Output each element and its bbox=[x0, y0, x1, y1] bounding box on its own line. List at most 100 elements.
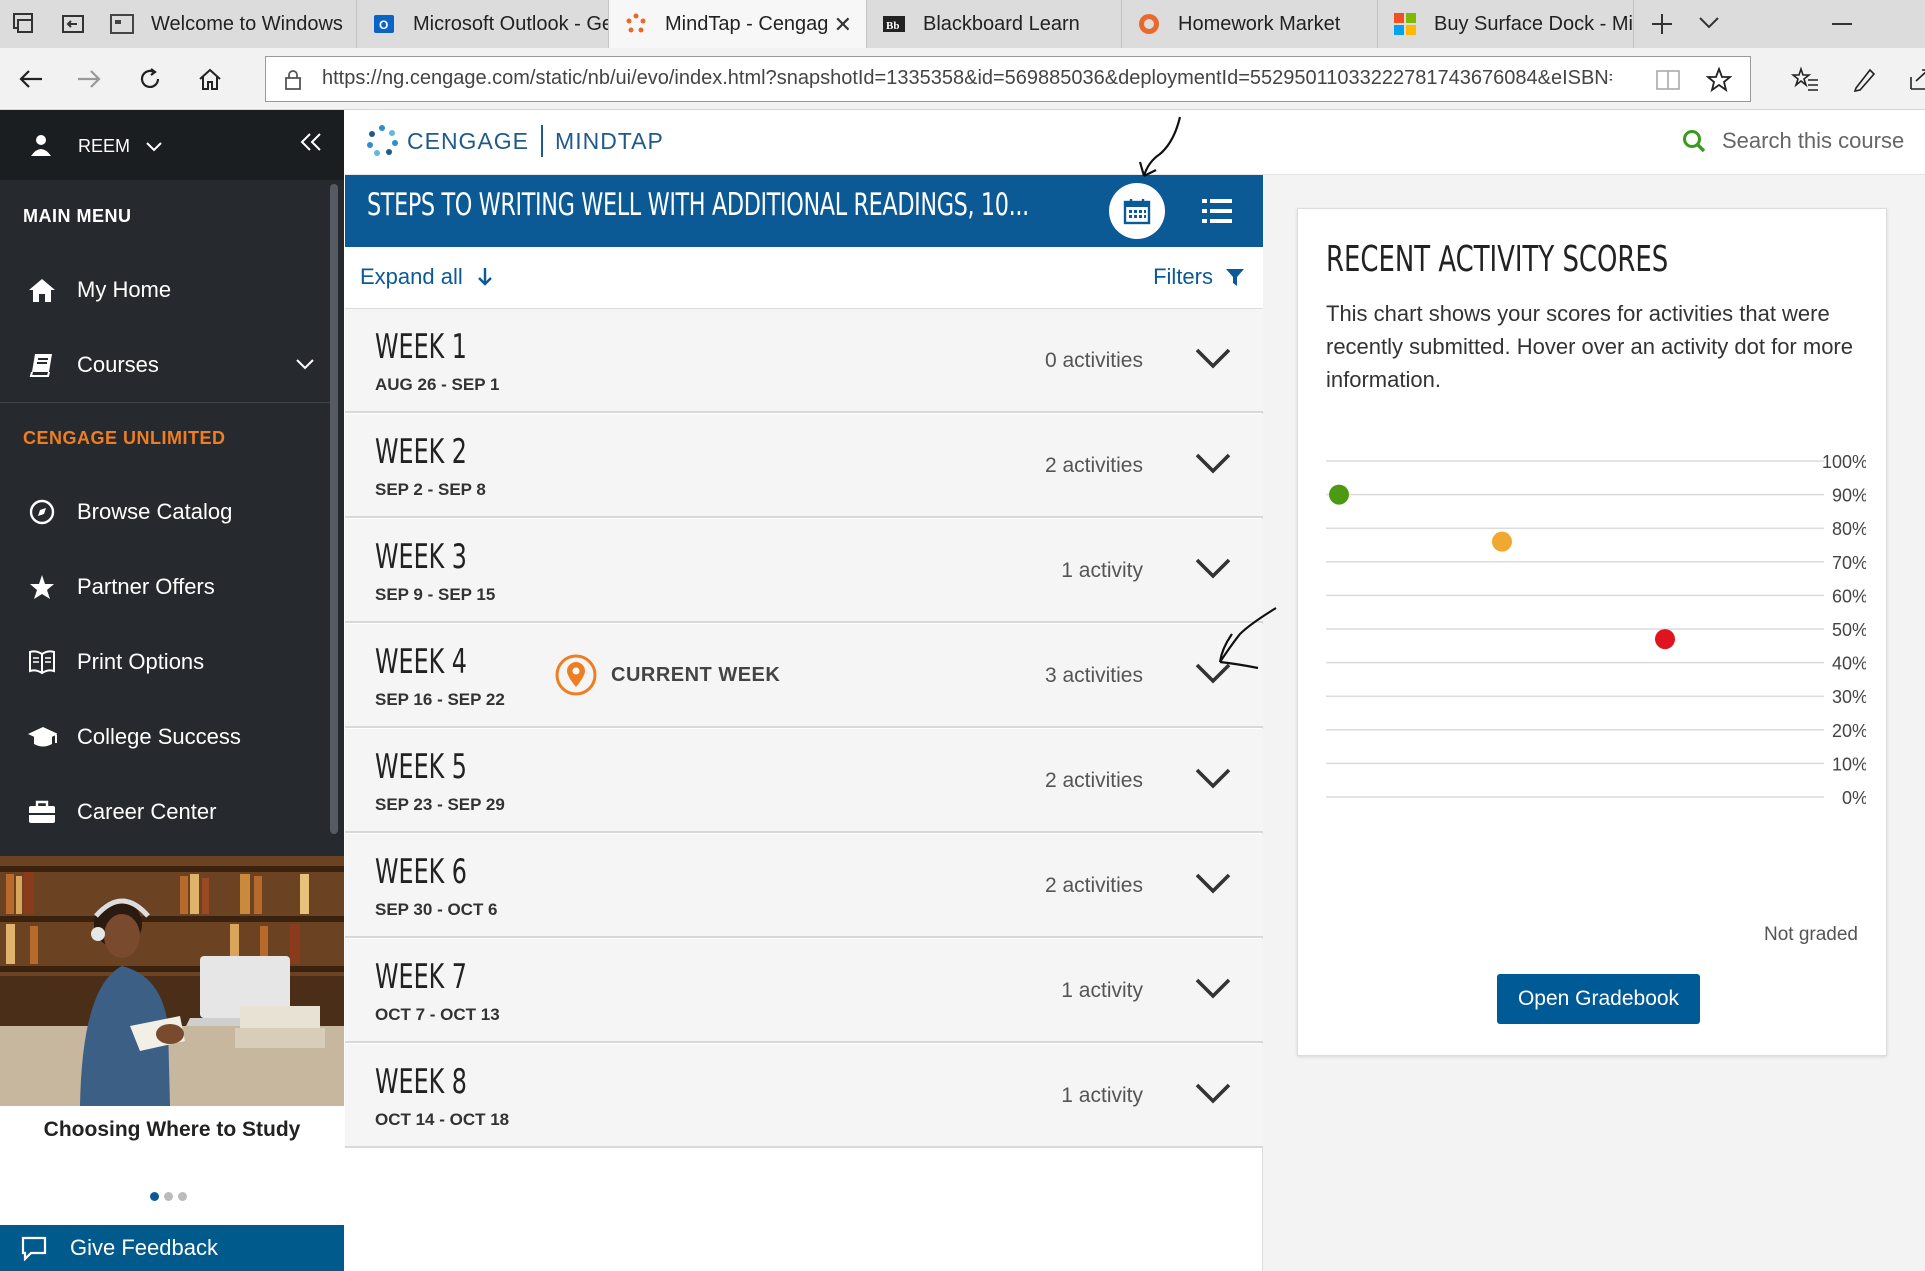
chart-tick-label: 80% bbox=[1832, 519, 1866, 539]
pen-icon[interactable] bbox=[1846, 60, 1884, 98]
browser-tab[interactable]: Buy Surface Dock - Mi bbox=[1378, 0, 1634, 48]
week-activity-count: 2 activities bbox=[1044, 454, 1143, 477]
activity-score-dot[interactable] bbox=[1329, 484, 1349, 505]
user-menu[interactable]: REEM bbox=[0, 110, 344, 180]
search-icon[interactable] bbox=[1682, 129, 1706, 153]
home-icon bbox=[27, 275, 57, 305]
tab-actions-icon[interactable] bbox=[10, 12, 36, 36]
book-icon bbox=[27, 350, 57, 380]
lock-icon[interactable] bbox=[284, 69, 302, 91]
browser-tab[interactable]: Welcome to Windows bbox=[95, 0, 357, 48]
weeks-list: WEEK 1 AUG 26 - SEP 1 0 activities WEEK 2 SE… bbox=[345, 309, 1263, 1271]
chart-tick-label: 40% bbox=[1832, 654, 1866, 674]
sidebar-item-browse-catalog[interactable]: Browse Catalog bbox=[0, 474, 330, 549]
week-row[interactable]: WEEK 7 OCT 7 - OCT 13 1 activity bbox=[345, 939, 1263, 1043]
not-graded-label: Not graded bbox=[1763, 924, 1858, 945]
sidebar-item-my-home[interactable]: My Home bbox=[0, 252, 330, 327]
forward-icon[interactable] bbox=[70, 60, 108, 98]
search-placeholder[interactable]: Search this course bbox=[1722, 128, 1904, 154]
tab-list-chevron-icon[interactable] bbox=[1698, 16, 1720, 30]
course-title: STEPS TO WRITING WELL WITH ADDITIONAL RE… bbox=[367, 187, 1029, 223]
favorite-star-icon[interactable] bbox=[1706, 67, 1732, 93]
sidebar-item-courses[interactable]: Courses bbox=[0, 327, 330, 402]
tab-title: MindTap - Cengag bbox=[665, 12, 829, 35]
chevron-down-icon[interactable] bbox=[1195, 872, 1231, 894]
browser-tab[interactable]: Bb Blackboard Learn bbox=[867, 0, 1122, 48]
home-icon[interactable] bbox=[191, 60, 229, 98]
svg-text:O: O bbox=[379, 18, 388, 32]
chevron-down-icon[interactable] bbox=[1195, 347, 1231, 369]
reading-view-icon[interactable] bbox=[1656, 69, 1680, 91]
chevron-down-icon[interactable] bbox=[1195, 977, 1231, 999]
favorites-icon[interactable] bbox=[1786, 60, 1824, 98]
user-icon bbox=[30, 134, 52, 156]
chevron-down-icon[interactable] bbox=[1195, 1082, 1231, 1104]
browser-tab-active[interactable]: MindTap - Cengag ✕ bbox=[609, 0, 867, 48]
week-row[interactable]: WEEK 2 SEP 2 - SEP 8 2 activities bbox=[345, 414, 1263, 518]
chevron-down-icon[interactable] bbox=[1195, 662, 1231, 684]
activity-score-dot[interactable] bbox=[1492, 531, 1512, 552]
compass-icon bbox=[27, 497, 57, 527]
browser-tab[interactable]: Homework Market bbox=[1122, 0, 1378, 48]
sidebar-item-print-options[interactable]: Print Options bbox=[0, 624, 330, 699]
sidebar-item-partner-offers[interactable]: Partner Offers bbox=[0, 549, 330, 624]
week-row[interactable]: WEEK 3 SEP 9 - SEP 15 1 activity bbox=[345, 519, 1263, 623]
current-week-badge: CURRENT WEEK bbox=[555, 654, 780, 696]
promo-carousel[interactable]: Choosing Where to Study bbox=[0, 856, 344, 1268]
week-row[interactable]: WEEK 1 AUG 26 - SEP 1 0 activities bbox=[345, 309, 1263, 413]
promo-caption[interactable]: Choosing Where to Study bbox=[0, 1118, 344, 1142]
browser-toolbar: https://ng.cengage.com/static/nb/ui/evo/… bbox=[0, 48, 1925, 110]
calendar-view-button[interactable] bbox=[1109, 183, 1165, 239]
collapse-sidebar-icon[interactable] bbox=[300, 132, 322, 152]
sidebar-item-career-center[interactable]: Career Center bbox=[0, 774, 330, 849]
course-search[interactable]: Search this course bbox=[1682, 128, 1904, 154]
carousel-dot-active[interactable] bbox=[150, 1192, 159, 1201]
browser-tab[interactable]: O Microsoft Outlook - Ge bbox=[357, 0, 609, 48]
new-tab-icon[interactable] bbox=[1650, 12, 1674, 36]
chat-bubble-icon bbox=[20, 1235, 48, 1261]
chart-tick-label: 50% bbox=[1832, 620, 1866, 640]
chevron-down-icon[interactable] bbox=[1195, 557, 1231, 579]
close-tab-icon[interactable]: ✕ bbox=[834, 12, 852, 38]
sidebar-item-college-success[interactable]: College Success bbox=[0, 699, 330, 774]
chart-tick-label: 0% bbox=[1842, 788, 1866, 808]
week-row[interactable]: WEEK 4 SEP 16 - SEP 22 CURRENT WEEK 3 activ… bbox=[345, 624, 1263, 728]
app-header: CENGAGE MINDTAP Search this course bbox=[345, 110, 1925, 175]
cengage-unlimited-heading: CENGAGE UNLIMITED bbox=[23, 428, 226, 448]
sidebar-scrollbar[interactable] bbox=[330, 184, 338, 834]
give-feedback-button[interactable]: Give Feedback bbox=[0, 1225, 344, 1271]
week-title: WEEK 8 bbox=[375, 1062, 467, 1102]
week-row[interactable]: WEEK 6 SEP 30 - OCT 6 2 activities bbox=[345, 834, 1263, 938]
brand-mindtap: MINDTAP bbox=[555, 127, 664, 154]
minimize-icon[interactable] bbox=[1832, 23, 1852, 25]
url-text[interactable]: https://ng.cengage.com/static/nb/ui/evo/… bbox=[322, 67, 1612, 90]
back-icon[interactable] bbox=[12, 60, 50, 98]
activity-score-dot[interactable] bbox=[1655, 629, 1675, 650]
open-gradebook-button[interactable]: Open Gradebook bbox=[1497, 974, 1700, 1024]
share-icon[interactable] bbox=[1900, 60, 1925, 98]
carousel-dot[interactable] bbox=[178, 1192, 187, 1201]
carousel-dot[interactable] bbox=[164, 1192, 173, 1201]
browser-tab-bar: Welcome to Windows O Microsoft Outlook -… bbox=[0, 0, 1925, 48]
sidebar-item-label: Browse Catalog bbox=[77, 498, 233, 524]
sidebar-item-label: Courses bbox=[77, 351, 159, 377]
open-book-icon bbox=[27, 647, 57, 677]
week-row[interactable]: WEEK 8 OCT 14 - OCT 18 1 activity bbox=[345, 1044, 1263, 1148]
set-aside-tabs-icon[interactable] bbox=[60, 12, 86, 36]
filters-button[interactable]: Filters bbox=[1153, 264, 1245, 290]
list-view-button[interactable] bbox=[1197, 191, 1237, 231]
chevron-down-icon[interactable] bbox=[1195, 767, 1231, 789]
refresh-icon[interactable] bbox=[131, 60, 169, 98]
week-dates: SEP 23 - SEP 29 bbox=[375, 795, 505, 814]
cengage-mindtap-logo[interactable]: CENGAGE MINDTAP bbox=[365, 124, 664, 158]
expand-all-button[interactable]: Expand all bbox=[360, 264, 493, 290]
week-row[interactable]: WEEK 5 SEP 23 - SEP 29 2 activities bbox=[345, 729, 1263, 833]
chevron-down-icon[interactable] bbox=[1195, 452, 1231, 474]
user-chevron-down-icon[interactable] bbox=[146, 142, 162, 152]
expand-all-label: Expand all bbox=[360, 264, 463, 289]
calendar-icon bbox=[1123, 197, 1151, 225]
week-activity-count: 1 activity bbox=[1061, 559, 1143, 582]
chevron-down-icon[interactable] bbox=[296, 359, 314, 371]
address-bar[interactable]: https://ng.cengage.com/static/nb/ui/evo/… bbox=[265, 56, 1751, 102]
week-title: WEEK 5 bbox=[375, 747, 467, 787]
